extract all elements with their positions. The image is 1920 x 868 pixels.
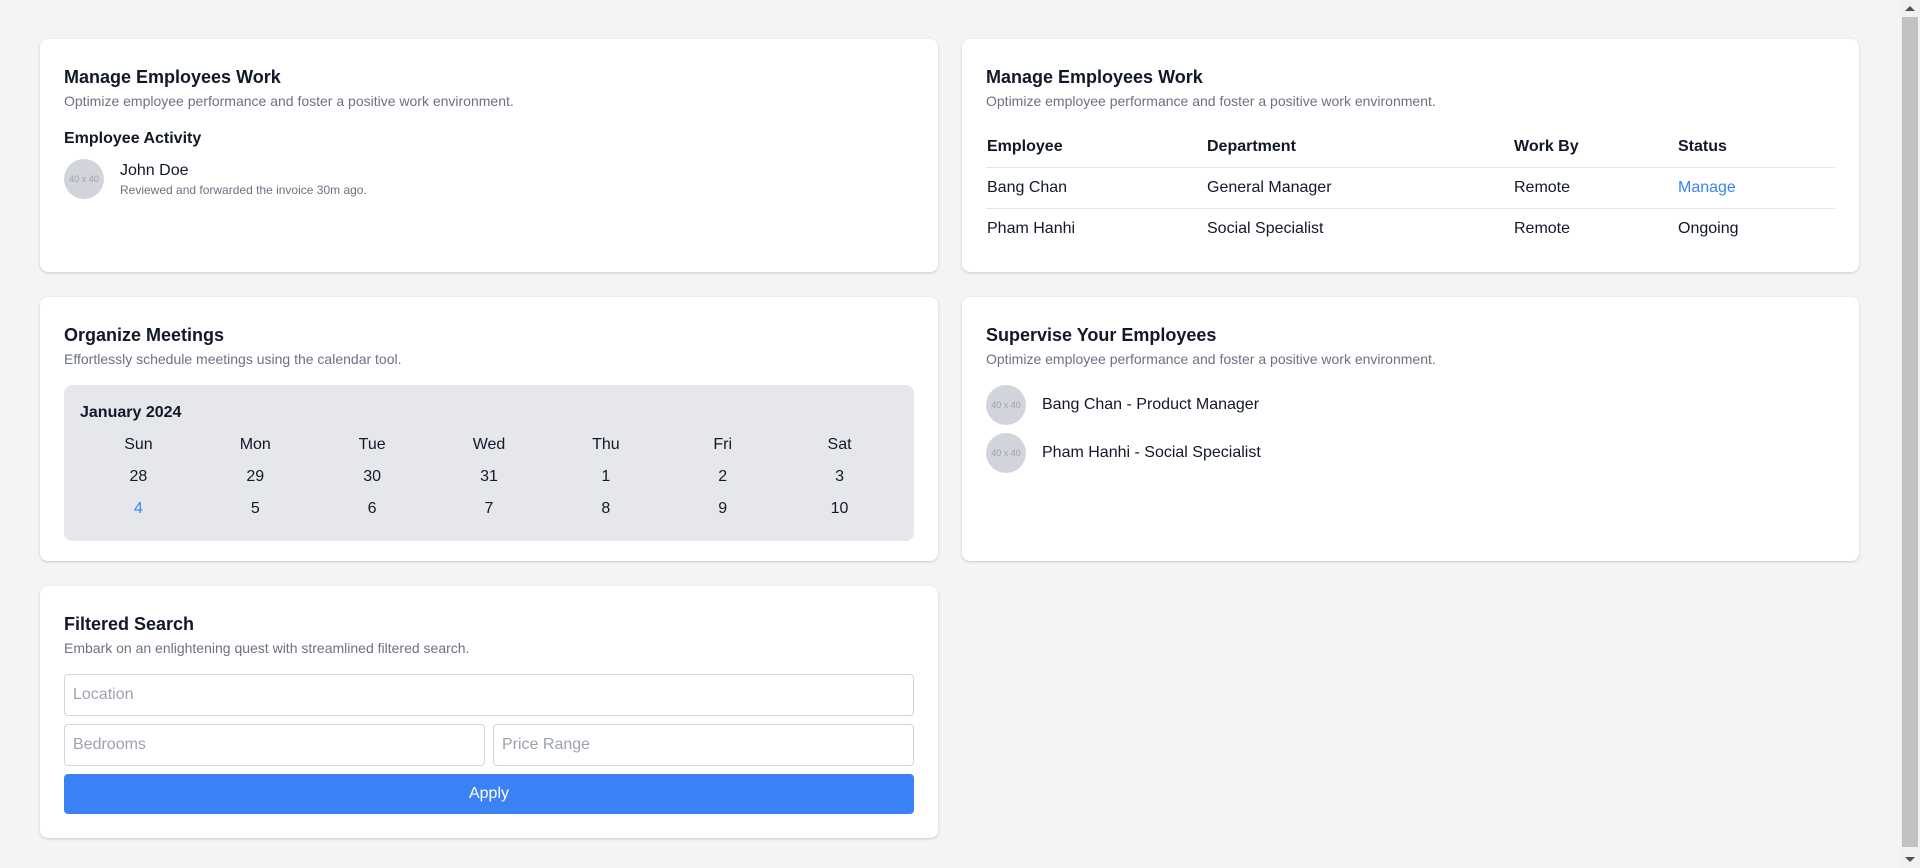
bedrooms-input[interactable] xyxy=(64,724,485,766)
cell-employee: Pham Hanhi xyxy=(987,220,1076,237)
location-input[interactable] xyxy=(64,674,914,716)
search-filters-row xyxy=(64,724,914,766)
column-header-status: Status xyxy=(1677,127,1835,168)
calendar-day-today[interactable]: 4 xyxy=(80,493,197,525)
column-header-work-by: Work By xyxy=(1513,127,1677,168)
price-range-input[interactable] xyxy=(493,724,914,766)
column-header-department: Department xyxy=(1206,127,1513,168)
activity-text: John Doe Reviewed and forwarded the invo… xyxy=(120,160,367,198)
weekday-label: Sat xyxy=(827,436,852,453)
avatar: 40 x 40 xyxy=(64,159,104,199)
calendar-grid: Sun Mon Tue Wed Thu Fri Sat 28 29 30 31 … xyxy=(80,429,898,525)
card-title: Organize Meetings xyxy=(64,325,225,345)
weekday-label: Tue xyxy=(358,436,386,453)
apply-button[interactable]: Apply xyxy=(64,774,914,814)
calendar-day[interactable]: 31 xyxy=(431,461,548,493)
avatar: 40 x 40 xyxy=(986,385,1026,425)
cell-work-by: Remote xyxy=(1514,220,1571,237)
cell-work-by: Remote xyxy=(1513,167,1677,209)
calendar-day[interactable]: 10 xyxy=(781,493,898,525)
manage-table-card: Manage Employees Work Optimize employee … xyxy=(962,39,1859,272)
card-title: Manage Employees Work xyxy=(986,67,1203,87)
weekday-label: Thu xyxy=(592,436,620,453)
scroll-up-arrow-icon[interactable] xyxy=(1900,0,1920,17)
calendar-day[interactable]: 29 xyxy=(197,461,314,493)
cell-employee: Bang Chan xyxy=(986,167,1206,209)
table-row: Bang Chan General Manager Remote Manage xyxy=(986,167,1835,209)
weekday-label: Sun xyxy=(124,436,153,453)
vertical-scrollbar[interactable] xyxy=(1900,0,1920,868)
card-subtitle: Optimize employee performance and foster… xyxy=(986,93,1436,109)
cell-department: Social Specialist xyxy=(1207,220,1324,237)
calendar-day[interactable]: 5 xyxy=(197,493,314,525)
activity-name: John Doe xyxy=(120,162,189,179)
scroll-down-arrow-icon[interactable] xyxy=(1900,851,1920,868)
cell-status: Ongoing xyxy=(1678,220,1739,237)
calendar-day[interactable]: 28 xyxy=(80,461,197,493)
card-title: Filtered Search xyxy=(64,614,195,634)
card-title: Manage Employees Work xyxy=(64,67,281,87)
dashboard-grid: Manage Employees Work Optimize employee … xyxy=(40,39,1859,838)
calendar-day[interactable]: 1 xyxy=(547,461,664,493)
list-item: 40 x 40 Pham Hanhi - Social Specialist xyxy=(986,433,1835,473)
card-title: Supervise Your Employees xyxy=(986,325,1217,345)
organize-meetings-card: Organize Meetings Effortlessly schedule … xyxy=(40,297,938,561)
filtered-search-card: Filtered Search Embark on an enlightenin… xyxy=(40,586,938,838)
employee-activity-heading: Employee Activity xyxy=(64,130,202,147)
calendar-day[interactable]: 9 xyxy=(664,493,781,525)
activity-description: Reviewed and forwarded the invoice 30m a… xyxy=(120,183,367,197)
weekday-label: Wed xyxy=(472,436,506,453)
calendar-day[interactable]: 2 xyxy=(664,461,781,493)
calendar: January 2024 Sun Mon Tue Wed Thu Fri Sat… xyxy=(64,385,914,541)
card-subtitle: Optimize employee performance and foster… xyxy=(64,93,514,109)
card-subtitle: Effortlessly schedule meetings using the… xyxy=(64,351,402,367)
calendar-day[interactable]: 8 xyxy=(547,493,664,525)
calendar-day[interactable]: 3 xyxy=(781,461,898,493)
supervise-employees-card: Supervise Your Employees Optimize employ… xyxy=(962,297,1859,561)
scrollbar-thumb[interactable] xyxy=(1902,17,1918,847)
employee-label: Bang Chan - Product Manager xyxy=(1042,396,1260,413)
cell-department: General Manager xyxy=(1206,167,1513,209)
table-header-row: Employee Department Work By Status xyxy=(986,127,1835,168)
weekday-label: Fri xyxy=(713,436,733,453)
activity-item: 40 x 40 John Doe Reviewed and forwarded … xyxy=(64,159,914,199)
card-subtitle: Optimize employee performance and foster… xyxy=(986,351,1436,367)
avatar: 40 x 40 xyxy=(986,433,1026,473)
list-item: 40 x 40 Bang Chan - Product Manager xyxy=(986,385,1835,425)
manage-activity-card: Manage Employees Work Optimize employee … xyxy=(40,39,938,272)
manage-link[interactable]: Manage xyxy=(1678,179,1736,196)
calendar-day[interactable]: 7 xyxy=(431,493,548,525)
calendar-day[interactable]: 6 xyxy=(314,493,431,525)
employees-table: Employee Department Work By Status Bang … xyxy=(986,127,1835,249)
table-row: Pham Hanhi Social Specialist Remote Ongo… xyxy=(986,209,1835,250)
calendar-day[interactable]: 30 xyxy=(314,461,431,493)
card-subtitle: Embark on an enlightening quest with str… xyxy=(64,640,470,656)
column-header-employee: Employee xyxy=(986,127,1206,168)
employee-label: Pham Hanhi - Social Specialist xyxy=(1042,444,1261,461)
weekday-label: Mon xyxy=(239,436,271,453)
calendar-month: January 2024 xyxy=(80,404,182,421)
